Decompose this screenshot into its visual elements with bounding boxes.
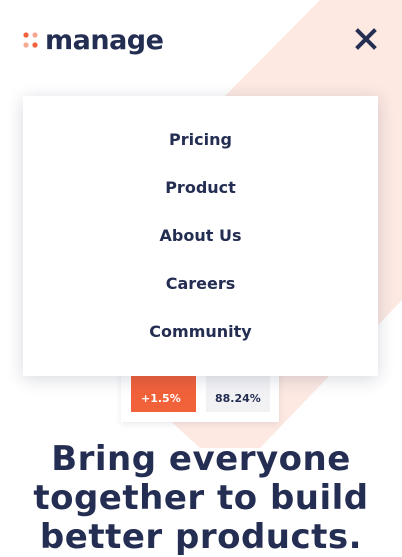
nav-item-about-us[interactable]: About Us: [23, 221, 378, 251]
hero-headline: Bring everyone together to build better …: [33, 439, 369, 557]
stat-growth-tile: +1.5%: [131, 376, 196, 412]
nav-item-pricing[interactable]: Pricing: [23, 125, 378, 155]
close-icon: [355, 28, 377, 50]
brand-logo[interactable]: manage: [23, 25, 164, 56]
close-menu-button[interactable]: [354, 27, 378, 51]
logo-dots-icon: [23, 32, 38, 48]
stat-percent-tile: 88.24%: [206, 376, 270, 412]
mobile-nav-menu: Pricing Product About Us Careers Communi…: [23, 96, 378, 376]
nav-item-community[interactable]: Community: [23, 317, 378, 347]
stat-growth-value: +1.5%: [141, 392, 181, 405]
nav-item-product[interactable]: Product: [23, 173, 378, 203]
stat-percent-value: 88.24%: [215, 392, 261, 405]
site-header: manage: [0, 0, 402, 84]
stats-card: +1.5% 88.24%: [121, 370, 279, 422]
nav-item-careers[interactable]: Careers: [23, 269, 378, 299]
brand-name: manage: [45, 25, 164, 56]
